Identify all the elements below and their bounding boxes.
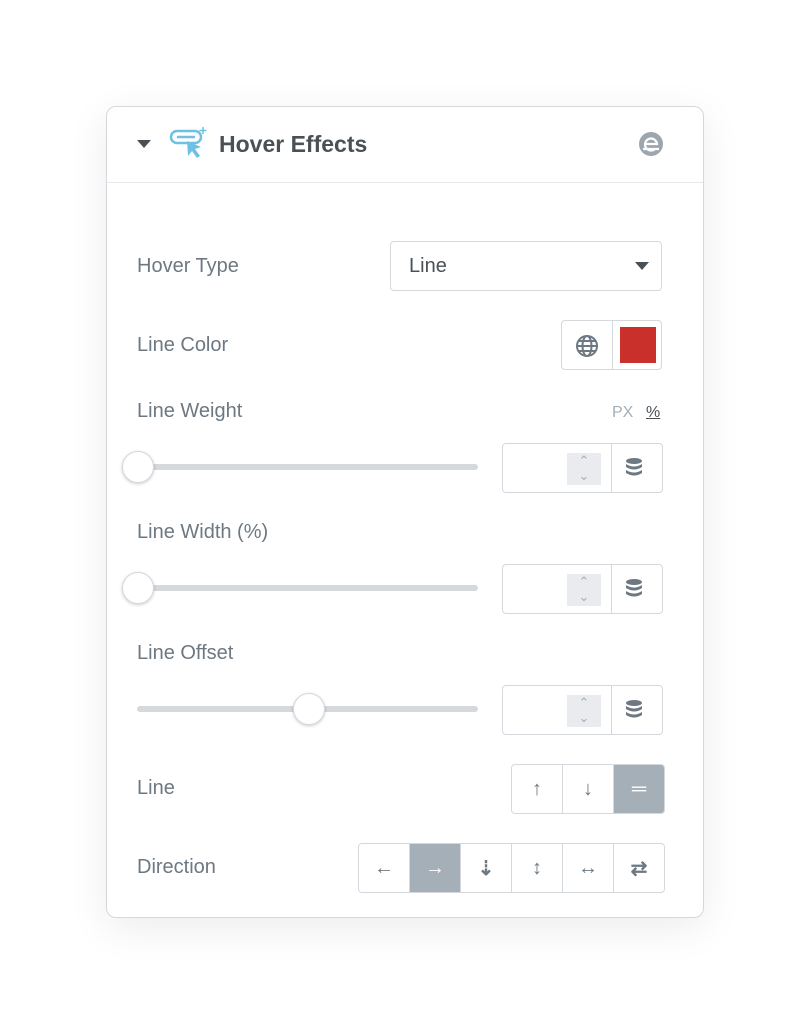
equals-icon[interactable]: ═: [614, 765, 664, 813]
line-label: Line: [137, 777, 175, 799]
line-weight-label: Line Weight: [137, 400, 243, 422]
line-weight-slider[interactable]: [122, 451, 478, 483]
arrows-horizontal-icon[interactable]: ↔: [563, 844, 614, 892]
spinner-icon[interactable]: ⌃ ⌄: [567, 695, 601, 727]
dynamic-tags-icon[interactable]: [626, 700, 642, 720]
arrows-vertical-icon[interactable]: ↕: [512, 844, 563, 892]
line-weight-input[interactable]: ⌃ ⌄: [502, 443, 663, 493]
spinner-icon[interactable]: ⌃ ⌄: [567, 574, 601, 606]
arrow-left-icon[interactable]: ←: [359, 844, 410, 892]
line-offset-input[interactable]: ⌃ ⌄: [502, 685, 663, 735]
caret-down-icon[interactable]: [137, 140, 151, 150]
line-width-input[interactable]: ⌃ ⌄: [502, 564, 663, 614]
spinner-icon[interactable]: ⌃ ⌄: [567, 453, 601, 485]
arrows-inward-vertical-icon[interactable]: ⇣: [461, 844, 512, 892]
dynamic-tags-icon[interactable]: [626, 458, 642, 478]
hover-type-value: Line: [409, 255, 447, 277]
direction-buttons: ← → ⇣ ↕ ↔ ⇄: [358, 843, 665, 893]
line-width-slider[interactable]: [122, 572, 478, 604]
unit-px[interactable]: PX: [612, 404, 633, 422]
hover-cursor-icon: [169, 127, 207, 158]
line-offset-slider[interactable]: [137, 693, 478, 725]
slider-handle[interactable]: [122, 451, 154, 483]
slider-handle[interactable]: [292, 693, 325, 725]
arrow-down-icon[interactable]: ↓: [563, 765, 614, 813]
line-color-label: Line Color: [137, 334, 229, 356]
section-header[interactable]: Hover Effects: [107, 107, 703, 183]
slider-handle[interactable]: [122, 572, 154, 604]
hover-type-select[interactable]: Line: [390, 241, 662, 291]
hover-effects-panel: Hover Effects Hover Type Line Line Color…: [106, 106, 704, 918]
line-offset-label: Line Offset: [137, 642, 234, 664]
line-color-swatch[interactable]: [620, 327, 656, 363]
arrow-right-icon[interactable]: →: [410, 844, 461, 892]
dynamic-tags-icon[interactable]: [626, 579, 642, 599]
arrows-swap-icon[interactable]: ⇄: [614, 844, 664, 892]
hover-type-label: Hover Type: [137, 255, 239, 277]
section-title: Hover Effects: [219, 131, 368, 157]
unit-percent[interactable]: %: [646, 404, 660, 422]
line-color-control: [561, 320, 662, 370]
globe-icon[interactable]: [575, 334, 599, 358]
arrow-up-icon[interactable]: ↑: [512, 765, 563, 813]
elementor-e-icon: [639, 132, 663, 156]
chevron-down-icon: [635, 262, 649, 270]
line-position-buttons: ↑ ↓ ═: [511, 764, 665, 814]
line-width-label: Line Width (%): [137, 521, 269, 543]
direction-label: Direction: [137, 856, 216, 878]
